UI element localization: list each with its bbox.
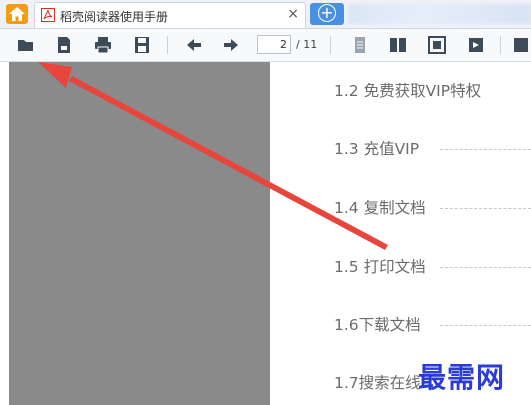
toc-entry[interactable]: 1.7搜索在线 xyxy=(334,371,421,393)
save-as-icon[interactable] xyxy=(54,35,74,55)
pdf-icon xyxy=(41,8,55,22)
toc-entry[interactable]: 1.6下载文档 xyxy=(334,313,421,335)
toc-entry[interactable]: 1.3 充值VIP xyxy=(334,137,419,159)
blurred-tabs xyxy=(348,4,531,24)
two-page-icon[interactable] xyxy=(388,35,408,55)
document-viewer-background xyxy=(9,62,270,405)
save-icon[interactable] xyxy=(132,35,152,55)
toc-leader xyxy=(440,267,531,268)
close-tab-icon[interactable]: × xyxy=(287,6,299,22)
open-folder-icon[interactable] xyxy=(16,35,36,55)
more-tools-icon[interactable] xyxy=(512,35,531,55)
page-total: / 11 xyxy=(296,38,318,51)
toc-entry[interactable]: 1.2 免费获取VIP特权 xyxy=(334,79,481,101)
document-tab[interactable]: 稻壳阅读器使用手册 × xyxy=(34,2,306,28)
plus-icon: + xyxy=(318,4,336,22)
toc-entry[interactable]: 1.5 打印文档 xyxy=(334,255,426,277)
fit-screen-icon[interactable] xyxy=(427,35,447,55)
tab-title: 稻壳阅读器使用手册 xyxy=(60,10,169,24)
toc-entry[interactable]: 1.4 复制文档 xyxy=(334,196,426,218)
print-icon[interactable] xyxy=(93,35,113,55)
separator xyxy=(500,36,501,54)
document-page: 1.2 免费获取VIP特权 1.3 充值VIP 1.4 复制文档 1.5 打印文… xyxy=(270,62,531,405)
home-icon xyxy=(9,7,25,21)
toc-leader xyxy=(440,325,531,326)
toc-leader xyxy=(440,149,531,150)
slideshow-icon[interactable] xyxy=(466,35,486,55)
single-page-icon[interactable] xyxy=(350,35,370,55)
previous-page-icon[interactable] xyxy=(184,35,204,55)
separator xyxy=(167,36,168,54)
toolbar: 2 / 11 xyxy=(0,29,531,62)
page-number-input[interactable]: 2 xyxy=(257,35,291,54)
next-page-icon[interactable] xyxy=(221,35,241,55)
watermark: 最需网 xyxy=(418,361,506,394)
new-tab-button[interactable]: + xyxy=(310,3,344,25)
toc-leader xyxy=(440,208,531,209)
home-button[interactable] xyxy=(6,4,28,24)
tab-bar: 稻壳阅读器使用手册 × + xyxy=(0,0,531,29)
separator xyxy=(330,36,331,54)
